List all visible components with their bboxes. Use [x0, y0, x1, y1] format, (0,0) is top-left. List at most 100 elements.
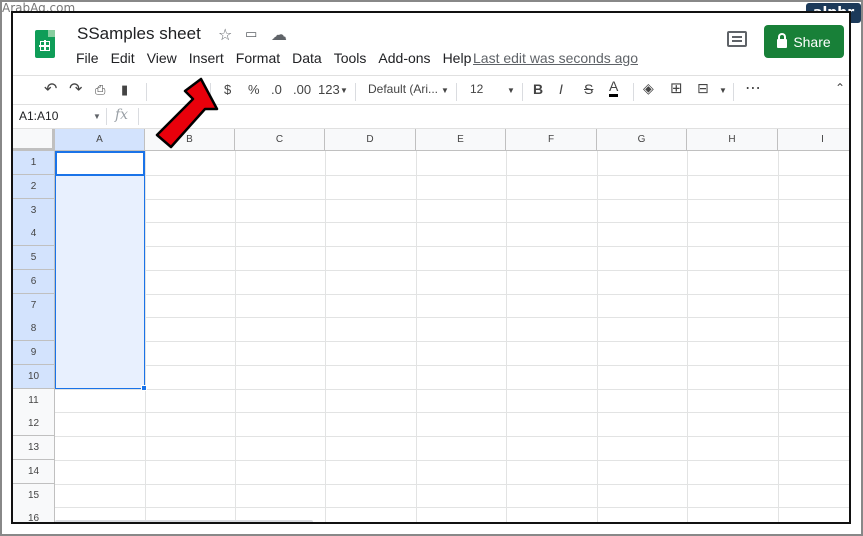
undo-icon[interactable]: ↶	[44, 79, 57, 99]
column-header-g[interactable]: G	[597, 129, 687, 151]
row-header-6[interactable]: 6	[13, 270, 55, 294]
formula-bar: A1:A10 ▼ fx	[13, 105, 849, 129]
row-header-14[interactable]: 14	[13, 460, 55, 484]
grid-line	[506, 151, 507, 522]
grid-line	[597, 151, 598, 522]
grid-line	[55, 507, 849, 508]
row-header-5[interactable]: 5	[13, 246, 55, 270]
row-header-3[interactable]: 3	[13, 199, 55, 223]
grid-line	[55, 412, 849, 413]
row-header-1[interactable]: 1	[13, 151, 55, 175]
cloud-icon[interactable]: ☁	[271, 25, 287, 45]
menu-insert[interactable]: Insert	[189, 50, 224, 66]
grid-line	[55, 389, 849, 390]
increase-decimal-button[interactable]: .00	[293, 82, 311, 97]
comment-icon[interactable]	[727, 31, 747, 47]
row-header-12[interactable]: 12	[13, 412, 55, 436]
grid-line	[55, 222, 849, 223]
row-header-15[interactable]: 15	[13, 484, 55, 508]
column-header-c[interactable]: C	[235, 129, 325, 151]
toolbar-divider	[456, 83, 457, 101]
fx-icon: fx	[115, 107, 129, 123]
print-icon[interactable]: ⎙	[95, 82, 105, 98]
grid-line	[55, 199, 849, 200]
grid-line	[55, 317, 849, 318]
more-button[interactable]: ⋯	[745, 78, 761, 98]
toolbar: ↶ ↷ ⎙ ▮ ▼ $ % .0 .00 123 ▼ Default (Ari.…	[13, 75, 849, 105]
row-header-8[interactable]: 8	[13, 317, 55, 341]
redo-icon[interactable]: ↷	[69, 79, 82, 99]
chevron-down-icon: ▼	[719, 86, 727, 95]
borders-icon[interactable]: ⊞	[670, 79, 683, 97]
menu-view[interactable]: View	[147, 50, 177, 66]
row-header-2[interactable]: 2	[13, 175, 55, 199]
column-header-f[interactable]: F	[506, 129, 597, 151]
selected-range[interactable]	[55, 151, 145, 389]
decrease-decimal-button[interactable]: .0	[271, 82, 282, 97]
italic-button[interactable]: I	[559, 81, 563, 97]
grid-line	[55, 365, 849, 366]
share-button[interactable]: Share	[764, 25, 844, 58]
fill-color-icon[interactable]: ◈	[643, 80, 654, 97]
more-formats-button[interactable]: 123	[318, 82, 340, 97]
column-header-h[interactable]: H	[687, 129, 778, 151]
column-header-e[interactable]: E	[416, 129, 506, 151]
strikethrough-button[interactable]: S	[584, 81, 593, 97]
grid-line	[55, 341, 849, 342]
grid-line	[145, 151, 146, 522]
active-cell[interactable]	[55, 151, 145, 176]
document-title[interactable]: SSamples sheet	[77, 24, 201, 44]
chevron-down-icon: ▼	[441, 86, 449, 95]
last-edit-link[interactable]: Last edit was seconds ago	[473, 50, 638, 66]
sheet-grid[interactable]: A B C D E F G H I 1 2 3 4 5 6 7 8 9 10 1…	[13, 129, 849, 522]
lock-icon	[777, 33, 788, 48]
grid-line	[55, 460, 849, 461]
star-icon[interactable]: ☆	[218, 25, 232, 45]
paint-format-icon[interactable]: ▮	[121, 82, 128, 98]
share-label: Share	[793, 33, 831, 50]
merge-icon[interactable]: ⊟	[697, 80, 709, 97]
grid-line	[325, 151, 326, 522]
menu-edit[interactable]: Edit	[111, 50, 135, 66]
font-family-select[interactable]: Default (Ari...	[368, 82, 438, 96]
row-header-10[interactable]: 10	[13, 365, 55, 389]
bold-button[interactable]: B	[533, 81, 543, 97]
font-size-select[interactable]: 12	[470, 82, 483, 96]
menu-addons[interactable]: Add-ons	[378, 50, 430, 66]
toolbar-divider	[633, 83, 634, 101]
sheets-window: SSamples sheet ☆ ▭ ☁ File Edit View Inse…	[11, 11, 851, 524]
row-header-9[interactable]: 9	[13, 341, 55, 365]
grid-line	[55, 484, 849, 485]
column-header-i[interactable]: I	[778, 129, 849, 151]
grid-line	[55, 436, 849, 437]
move-icon[interactable]: ▭	[245, 26, 257, 42]
menu-data[interactable]: Data	[292, 50, 322, 66]
column-header-a[interactable]: A	[55, 129, 145, 151]
chevron-down-icon: ▼	[93, 112, 101, 121]
grid-line	[55, 175, 849, 176]
collapse-icon[interactable]: ⌃	[835, 81, 845, 95]
menu-format[interactable]: Format	[236, 50, 280, 66]
toolbar-divider	[522, 83, 523, 101]
percent-button[interactable]: %	[248, 82, 260, 97]
row-header-13[interactable]: 13	[13, 436, 55, 460]
row-header-11[interactable]: 11	[13, 389, 55, 413]
chevron-down-icon: ▼	[507, 86, 515, 95]
select-all-corner[interactable]	[13, 129, 55, 151]
row-header-4[interactable]: 4	[13, 222, 55, 246]
column-header-d[interactable]: D	[325, 129, 416, 151]
text-color-button[interactable]: A	[609, 79, 619, 97]
toolbar-divider	[355, 83, 356, 101]
grid-line	[416, 151, 417, 522]
grid-line	[55, 246, 849, 247]
row-header-7[interactable]: 7	[13, 294, 55, 318]
grid-line	[55, 294, 849, 295]
menu-tools[interactable]: Tools	[334, 50, 367, 66]
fill-handle[interactable]	[141, 385, 147, 391]
sheets-logo-icon[interactable]	[35, 30, 55, 58]
row-header-16[interactable]: 16	[13, 507, 55, 522]
menu-help[interactable]: Help	[443, 50, 472, 66]
horizontal-scrollbar[interactable]	[55, 520, 313, 522]
name-box[interactable]: A1:A10	[19, 109, 58, 123]
menu-file[interactable]: File	[76, 50, 99, 66]
